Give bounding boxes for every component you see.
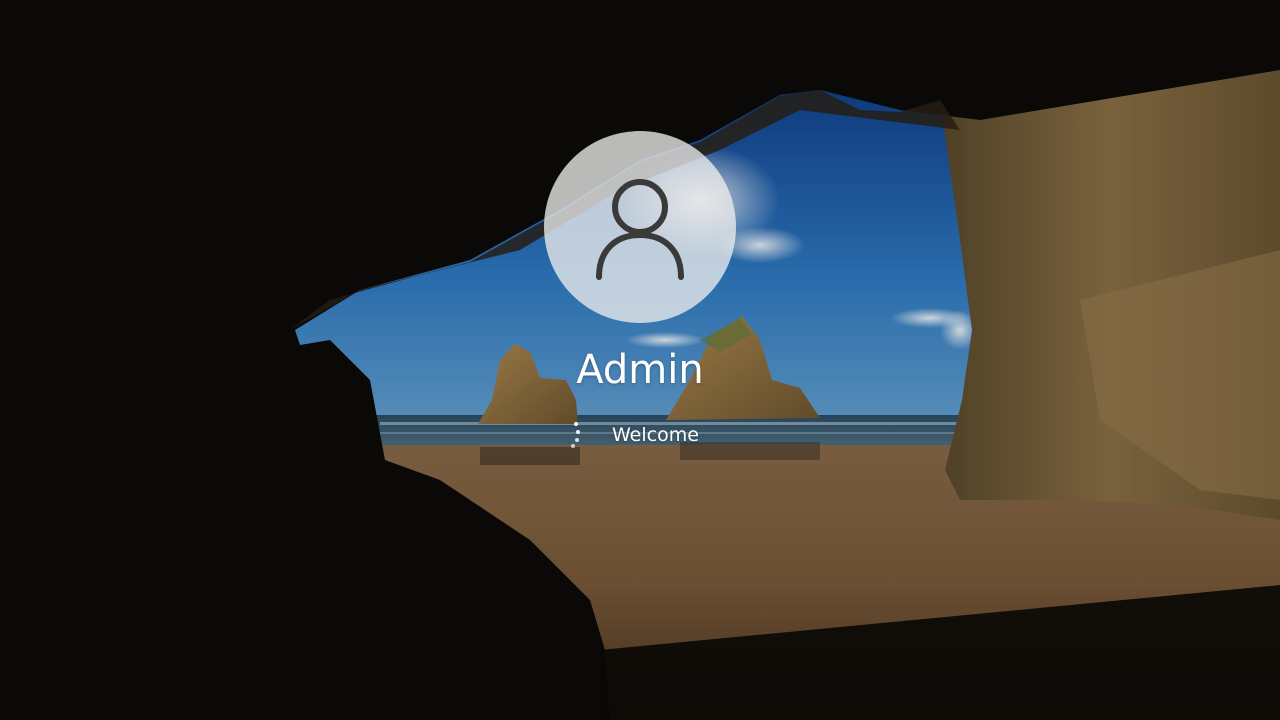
- sign-in-panel: Admin Welcome: [0, 0, 1280, 720]
- status-text: Welcome: [612, 424, 699, 446]
- user-silhouette-icon: [596, 179, 684, 280]
- lock-screen: Admin Welcome: [0, 0, 1280, 720]
- sign-in-status: Welcome: [560, 418, 730, 452]
- loading-spinner-icon: [571, 422, 580, 448]
- user-avatar: [544, 131, 736, 323]
- user-name: Admin: [576, 347, 704, 393]
